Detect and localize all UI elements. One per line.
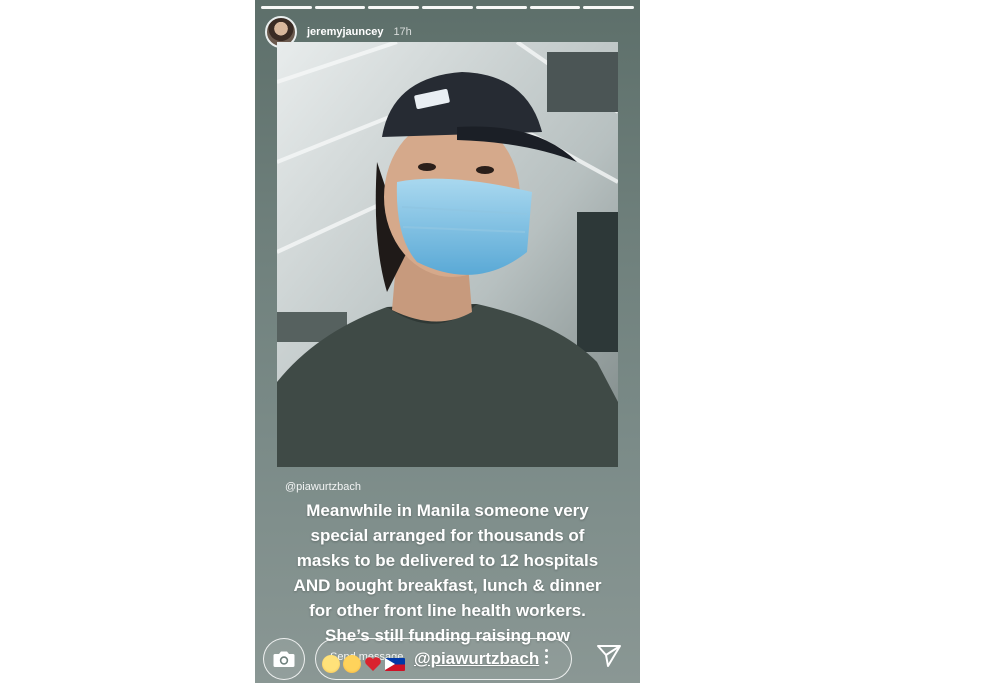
username[interactable]: jeremyjauncey: [307, 26, 383, 38]
caption-line: masks to be delivered to 12 hospitals: [296, 551, 599, 570]
story-photo: [277, 42, 618, 467]
progress-segment: [261, 6, 312, 9]
send-message-input[interactable]: Send message @piawurtzbach: [315, 638, 572, 680]
caption-line: Meanwhile in Manila someone very: [306, 501, 589, 520]
heart-eyes-face-icon: [343, 655, 361, 673]
progress-segment: [475, 6, 527, 9]
mention-tag[interactable]: @piawurtzbach: [285, 481, 361, 493]
progress-segment: [529, 6, 581, 9]
emoji-row: [322, 655, 405, 673]
philippines-flag-icon: [385, 657, 405, 671]
red-heart-icon: [365, 657, 381, 671]
mention-sticker[interactable]: @piawurtzbach: [414, 649, 539, 669]
progress-segment: [368, 6, 420, 9]
story-viewer[interactable]: jeremyjauncey 17h @piawurtzbach Meanwhil…: [255, 0, 640, 683]
more-options-icon[interactable]: [545, 649, 549, 667]
caption-line: for other front line health workers.: [309, 601, 586, 620]
post-time: 17h: [393, 26, 412, 38]
camera-icon: [273, 651, 295, 667]
progress-segment: [422, 6, 473, 9]
photo-illustration: [277, 42, 618, 467]
send-direct-icon[interactable]: [596, 642, 622, 668]
caption-line: special arranged for thousands of: [310, 526, 585, 545]
smiling-face-icon: [322, 655, 340, 673]
camera-button[interactable]: [263, 638, 305, 680]
story-caption: Meanwhile in Manila someone very special…: [255, 498, 640, 648]
progress-segment: [314, 6, 366, 9]
story-footer: Send message @piawurtzbach: [255, 632, 640, 680]
caption-line: AND bought breakfast, lunch & dinner: [293, 576, 602, 595]
story-progress-bar: [261, 6, 635, 9]
progress-segment: [583, 6, 635, 9]
